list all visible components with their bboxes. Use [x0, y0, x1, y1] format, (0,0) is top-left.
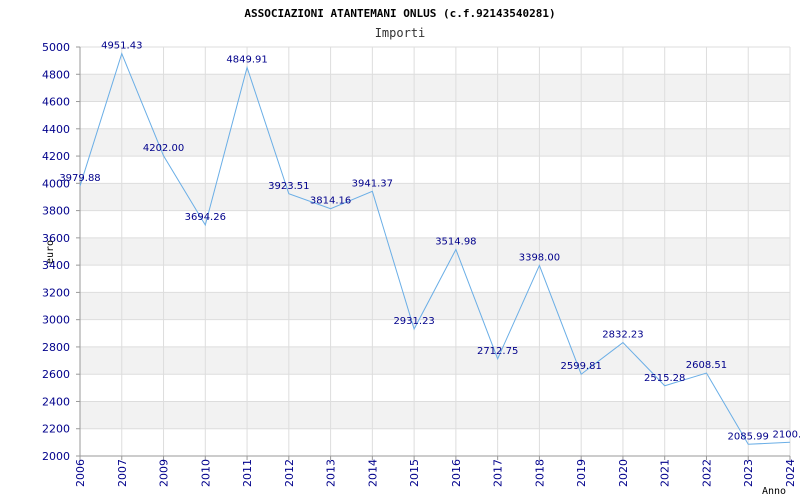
data-label: 3514.98	[435, 236, 476, 247]
data-label: 3941.37	[352, 178, 393, 189]
y-tick-label: 3800	[42, 205, 70, 218]
y-tick-label: 2000	[42, 450, 70, 463]
line-chart: 2000220024002600280030003200340036003800…	[42, 7, 800, 497]
x-tick-label: 2009	[158, 459, 171, 487]
x-tick-label: 2014	[366, 459, 379, 487]
y-tick-label: 4200	[42, 150, 70, 163]
y-tick-label: 2200	[42, 423, 70, 436]
x-tick-label: 2023	[742, 459, 755, 487]
data-label: 2608.51	[686, 360, 727, 371]
data-label: 3979.88	[59, 173, 100, 184]
grid-band	[80, 346, 790, 375]
x-tick-label: 2012	[283, 459, 296, 487]
x-tick-label: 2011	[241, 459, 254, 487]
y-tick-label: 4400	[42, 123, 70, 136]
x-axis-ticks: 2006 2007 2009 2010 2011 2012 2013 2014 2015 2016…	[74, 456, 797, 487]
chart-title: ASSOCIAZIONI ATANTEMANI ONLUS (c.f.92143…	[244, 7, 555, 20]
data-label: 4849.91	[226, 54, 267, 65]
grid-band	[80, 128, 790, 157]
grid-band	[80, 74, 790, 102]
data-label: 3814.16	[310, 196, 351, 207]
grid-band	[80, 292, 790, 320]
data-label: 3398.00	[519, 252, 560, 263]
x-tick-label: 2016	[450, 459, 463, 487]
x-tick-label: 2017	[492, 459, 505, 487]
data-label: 2100.8	[773, 429, 800, 440]
x-tick-label: 2024	[784, 459, 797, 487]
y-tick-label: 2800	[42, 341, 70, 354]
y-tick-label: 4800	[42, 68, 70, 81]
y-tick-label: 4600	[42, 96, 70, 109]
grid-band	[80, 183, 790, 211]
y-tick-label: 3200	[42, 286, 70, 299]
grid-band	[80, 401, 790, 429]
data-label: 2931.23	[393, 316, 434, 327]
data-label: 2599.81	[560, 361, 601, 372]
y-tick-label: 3000	[42, 314, 70, 327]
data-label: 2515.28	[644, 373, 685, 384]
data-label: 2712.75	[477, 346, 518, 357]
x-tick-label: 2019	[575, 459, 588, 487]
x-tick-label: 2022	[700, 459, 713, 487]
x-tick-label: 2020	[617, 459, 630, 487]
x-tick-label: 2015	[408, 459, 421, 487]
y-tick-label: 5000	[42, 41, 70, 54]
y-axis-label: euro	[45, 240, 56, 264]
data-label: 2832.23	[602, 330, 643, 341]
x-tick-label: 2006	[74, 459, 87, 487]
data-label: 3923.51	[268, 181, 309, 192]
data-label: 3694.26	[185, 212, 226, 223]
x-tick-label: 2010	[199, 459, 212, 487]
y-tick-label: 2400	[42, 395, 70, 408]
x-tick-label: 2013	[325, 459, 338, 487]
x-tick-label: 2018	[533, 459, 546, 487]
x-tick-label: 2021	[659, 459, 672, 487]
chart-subtitle: Importi	[375, 26, 426, 40]
x-tick-label: 2007	[116, 459, 129, 487]
x-axis-label: Anno	[762, 486, 786, 497]
data-label: 4951.43	[101, 41, 142, 52]
data-label: 2085.99	[728, 431, 769, 442]
y-tick-label: 2600	[42, 368, 70, 381]
data-label: 4202.00	[143, 143, 184, 154]
